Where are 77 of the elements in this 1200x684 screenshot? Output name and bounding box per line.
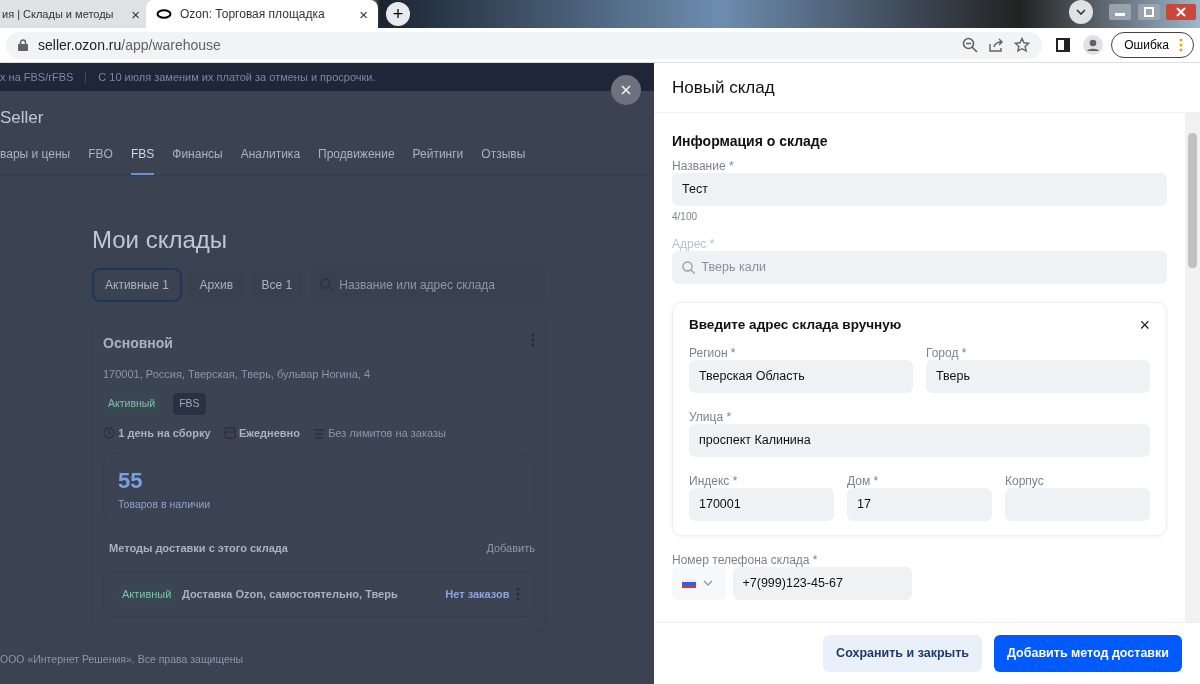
tab-search-button[interactable] — [1068, 0, 1093, 24]
banner-text: х на FBS/rFBS — [0, 69, 74, 85]
fact-text: 1 день на сборку — [118, 425, 211, 441]
browser-tab[interactable]: Ozon: Торговая площадка × — [146, 0, 378, 28]
input-field[interactable]: Тест — [672, 173, 1167, 206]
filter-tab[interactable]: Активные 1 — [92, 267, 182, 302]
delivery-method-row[interactable]: Активный Доставка Ozon, самостоятельно, Тверь Нет заказов — [103, 570, 535, 617]
fact-text: Без лимитов на заказы — [328, 425, 446, 441]
orders-link[interactable]: Нет заказов — [445, 585, 510, 602]
flag-icon — [682, 578, 696, 588]
field-label: Номер телефона склада * — [672, 553, 819, 567]
warehouse-address: 170001, Россия, Тверская, Тверь, бульвар Ногина, 4 — [103, 366, 371, 382]
field-label: Адрес * — [672, 237, 716, 251]
input-field[interactable]: проспект Калинина — [689, 423, 1150, 457]
close-icon — [621, 85, 631, 95]
save-and-close-button[interactable]: Сохранить и закрыть — [823, 635, 983, 672]
card-title: Введите адрес склада вручную — [689, 315, 902, 334]
more-icon — [1179, 38, 1183, 52]
nav-tab[interactable]: вары и цены — [0, 144, 71, 175]
input-field[interactable]: Тверская Область — [689, 359, 913, 393]
close-button[interactable] — [611, 75, 641, 105]
add-delivery-method-button[interactable]: Добавить метод доставки — [994, 635, 1182, 672]
tab-title: Ozon: Торговая площадка — [180, 6, 325, 23]
nav-tab[interactable]: Аналитика — [240, 144, 301, 175]
chevron-icon — [1075, 9, 1086, 15]
input-field[interactable]: 170001 — [689, 487, 834, 521]
logo-text: Seller — [0, 107, 44, 129]
field-label: Улица * — [689, 410, 733, 424]
new-tab-button[interactable]: + — [386, 2, 410, 26]
page-title: Мои склады — [92, 224, 228, 255]
input-field[interactable]: 17 — [847, 487, 992, 521]
profile-icon[interactable] — [1083, 35, 1104, 55]
field-label: Корпус — [1005, 474, 1045, 488]
fact-text: Ежедневно — [238, 425, 300, 441]
country-select[interactable] — [672, 566, 726, 600]
methods-title: Методы доставки с этого склада — [109, 541, 288, 556]
address-bar[interactable]: seller.ozon.ru/app/warehouse — [6, 31, 1043, 59]
scrollbar[interactable] — [1185, 113, 1200, 622]
field-label: Название * — [672, 160, 735, 173]
error-button[interactable]: Ошибка — [1111, 32, 1194, 58]
banner-text: С 10 июля заменим их платой за отмены и просрочки. — [98, 69, 376, 85]
chevron-icon — [702, 580, 713, 587]
maximize-icon[interactable] — [1137, 4, 1160, 20]
footer-text: ООО «Интернет Решения». Все права защищены — [0, 652, 244, 667]
star-icon[interactable] — [1014, 37, 1031, 53]
section-title: Информация о складе — [672, 132, 828, 151]
close-icon[interactable] — [1166, 4, 1196, 20]
stock-label: Товаров в наличии — [118, 497, 212, 513]
nav-tab[interactable]: FBS — [130, 144, 155, 175]
warehouse-name: Основной — [103, 333, 173, 353]
close-button[interactable]: × — [359, 6, 368, 22]
url-text: seller.ozon.ru/app/warehouse — [38, 35, 221, 55]
lock-icon — [18, 39, 28, 51]
scheme-badge: FBS — [173, 393, 206, 415]
zoom-out-icon[interactable] — [962, 37, 979, 53]
search-icon — [682, 260, 695, 274]
char-counter: 4/100 — [672, 210, 698, 224]
nav-tab[interactable]: Продвижение — [318, 144, 395, 175]
minimize-icon[interactable] — [1109, 4, 1131, 20]
field-label: Город * — [926, 346, 968, 360]
field-label: Дом * — [847, 474, 880, 488]
field-label: Регион * — [689, 346, 737, 360]
method-name: Доставка Ozon, самостоятельно, Тверь — [181, 586, 398, 602]
nav-tab[interactable]: Отзывы — [481, 144, 526, 175]
tab-title: ия | Склады и методы — [2, 6, 114, 22]
ozon-logo-icon — [156, 9, 172, 19]
input-field[interactable]: Тверь — [926, 359, 1150, 393]
stock-count: 55 — [118, 467, 143, 496]
close-button[interactable]: × — [1139, 315, 1150, 334]
phone-field[interactable]: +7(999)123-45-67 — [732, 566, 912, 600]
field-label: Индекс * — [689, 474, 739, 488]
share-icon[interactable] — [988, 37, 1005, 53]
nav-tab[interactable]: FBO — [88, 144, 113, 175]
nav-tab[interactable]: Рейтинги — [412, 144, 464, 175]
close-button[interactable]: × — [131, 6, 140, 22]
nav-tab[interactable]: Финансы — [172, 144, 223, 175]
side-panel-icon[interactable] — [1056, 38, 1071, 52]
